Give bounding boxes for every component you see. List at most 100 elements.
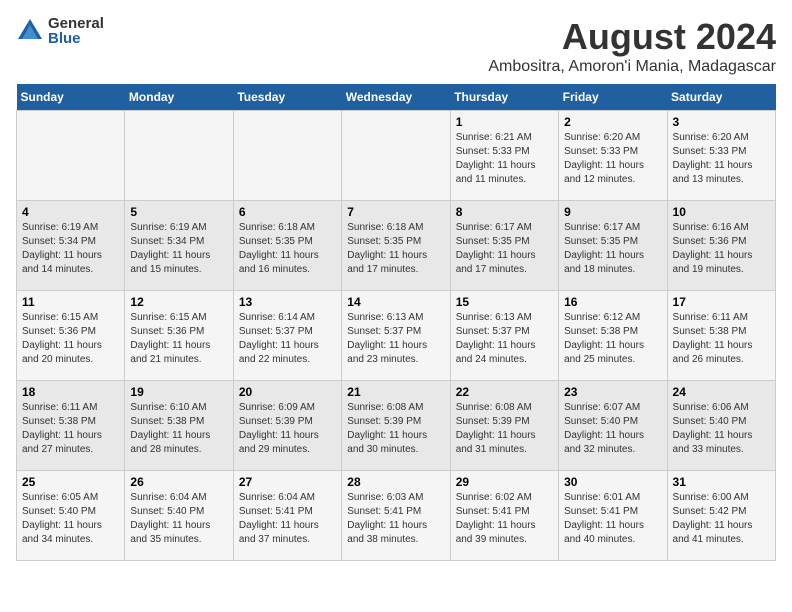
logo: General Blue [16, 16, 104, 46]
calendar-cell [233, 111, 341, 201]
logo-icon [16, 17, 44, 45]
day-number: 30 [564, 475, 661, 489]
day-number: 18 [22, 385, 119, 399]
day-info: Sunrise: 6:11 AM Sunset: 5:38 PM Dayligh… [673, 311, 770, 367]
calendar-week-row: 11 Sunrise: 6:15 AM Sunset: 5:36 PM Dayli… [17, 291, 776, 381]
day-info: Sunrise: 6:17 AM Sunset: 5:35 PM Dayligh… [564, 221, 661, 277]
day-info: Sunrise: 6:14 AM Sunset: 5:37 PM Dayligh… [239, 311, 336, 367]
day-number: 11 [22, 295, 119, 309]
title-section: August 2024 Ambositra, Amoron'i Mania, M… [488, 16, 776, 76]
day-info: Sunrise: 6:05 AM Sunset: 5:40 PM Dayligh… [22, 491, 119, 547]
day-number: 9 [564, 205, 661, 219]
weekday-header: Friday [559, 84, 667, 111]
day-number: 12 [130, 295, 227, 309]
logo-general: General [48, 16, 104, 31]
main-title: August 2024 [488, 16, 776, 58]
day-info: Sunrise: 6:19 AM Sunset: 5:34 PM Dayligh… [22, 221, 119, 277]
day-info: Sunrise: 6:12 AM Sunset: 5:38 PM Dayligh… [564, 311, 661, 367]
day-info: Sunrise: 6:01 AM Sunset: 5:41 PM Dayligh… [564, 491, 661, 547]
day-number: 31 [673, 475, 770, 489]
calendar-cell: 16 Sunrise: 6:12 AM Sunset: 5:38 PM Dayli… [559, 291, 667, 381]
day-info: Sunrise: 6:19 AM Sunset: 5:34 PM Dayligh… [130, 221, 227, 277]
day-number: 16 [564, 295, 661, 309]
day-number: 23 [564, 385, 661, 399]
logo-text: General Blue [48, 16, 104, 46]
calendar-cell: 5 Sunrise: 6:19 AM Sunset: 5:34 PM Daylig… [125, 201, 233, 291]
calendar-cell: 8Sunrise: 6:17 AM Sunset: 5:35 PM Daylig… [450, 201, 558, 291]
calendar-cell: 7 Sunrise: 6:18 AM Sunset: 5:35 PM Daylig… [342, 201, 450, 291]
calendar-cell: 19Sunrise: 6:10 AM Sunset: 5:38 PM Dayli… [125, 381, 233, 471]
calendar-cell: 28 Sunrise: 6:03 AM Sunset: 5:41 PM Dayli… [342, 471, 450, 561]
calendar-week-row: 18Sunrise: 6:11 AM Sunset: 5:38 PM Dayli… [17, 381, 776, 471]
day-info: Sunrise: 6:02 AM Sunset: 5:41 PM Dayligh… [456, 491, 553, 547]
weekday-header: Saturday [667, 84, 775, 111]
day-number: 14 [347, 295, 444, 309]
calendar-cell: 23 Sunrise: 6:07 AM Sunset: 5:40 PM Dayli… [559, 381, 667, 471]
day-info: Sunrise: 6:21 AM Sunset: 5:33 PM Dayligh… [456, 131, 553, 187]
day-number: 2 [564, 115, 661, 129]
calendar-cell: 27Sunrise: 6:04 AM Sunset: 5:41 PM Dayli… [233, 471, 341, 561]
calendar-cell: 29 Sunrise: 6:02 AM Sunset: 5:41 PM Dayli… [450, 471, 558, 561]
day-info: Sunrise: 6:15 AM Sunset: 5:36 PM Dayligh… [130, 311, 227, 367]
day-info: Sunrise: 6:07 AM Sunset: 5:40 PM Dayligh… [564, 401, 661, 457]
day-info: Sunrise: 6:04 AM Sunset: 5:41 PM Dayligh… [239, 491, 336, 547]
day-number: 13 [239, 295, 336, 309]
day-number: 4 [22, 205, 119, 219]
calendar-cell: 11 Sunrise: 6:15 AM Sunset: 5:36 PM Dayli… [17, 291, 125, 381]
calendar-cell: 9 Sunrise: 6:17 AM Sunset: 5:35 PM Daylig… [559, 201, 667, 291]
day-number: 26 [130, 475, 227, 489]
calendar-cell: 4 Sunrise: 6:19 AM Sunset: 5:34 PM Daylig… [17, 201, 125, 291]
weekday-header: Sunday [17, 84, 125, 111]
calendar-cell: 21 Sunrise: 6:08 AM Sunset: 5:39 PM Dayli… [342, 381, 450, 471]
day-info: Sunrise: 6:16 AM Sunset: 5:36 PM Dayligh… [673, 221, 770, 277]
day-number: 1 [456, 115, 553, 129]
calendar-cell: 15 Sunrise: 6:13 AM Sunset: 5:37 PM Dayli… [450, 291, 558, 381]
day-info: Sunrise: 6:13 AM Sunset: 5:37 PM Dayligh… [347, 311, 444, 367]
day-number: 7 [347, 205, 444, 219]
day-info: Sunrise: 6:13 AM Sunset: 5:37 PM Dayligh… [456, 311, 553, 367]
calendar-cell: 17Sunrise: 6:11 AM Sunset: 5:38 PM Dayli… [667, 291, 775, 381]
calendar-cell: 26 Sunrise: 6:04 AM Sunset: 5:40 PM Dayli… [125, 471, 233, 561]
calendar-cell: 31 Sunrise: 6:00 AM Sunset: 5:42 PM Dayli… [667, 471, 775, 561]
day-info: Sunrise: 6:04 AM Sunset: 5:40 PM Dayligh… [130, 491, 227, 547]
day-number: 21 [347, 385, 444, 399]
page-header: General Blue August 2024 Ambositra, Amor… [16, 16, 776, 76]
weekday-header-row: SundayMondayTuesdayWednesdayThursdayFrid… [17, 84, 776, 111]
day-info: Sunrise: 6:20 AM Sunset: 5:33 PM Dayligh… [673, 131, 770, 187]
calendar-cell [125, 111, 233, 201]
day-number: 10 [673, 205, 770, 219]
calendar-week-row: 25Sunrise: 6:05 AM Sunset: 5:40 PM Dayli… [17, 471, 776, 561]
calendar-table: SundayMondayTuesdayWednesdayThursdayFrid… [16, 84, 776, 561]
day-info: Sunrise: 6:00 AM Sunset: 5:42 PM Dayligh… [673, 491, 770, 547]
day-number: 6 [239, 205, 336, 219]
calendar-cell: 6Sunrise: 6:18 AM Sunset: 5:35 PM Daylig… [233, 201, 341, 291]
day-info: Sunrise: 6:15 AM Sunset: 5:36 PM Dayligh… [22, 311, 119, 367]
calendar-cell: 13 Sunrise: 6:14 AM Sunset: 5:37 PM Dayli… [233, 291, 341, 381]
day-info: Sunrise: 6:09 AM Sunset: 5:39 PM Dayligh… [239, 401, 336, 457]
day-info: Sunrise: 6:08 AM Sunset: 5:39 PM Dayligh… [347, 401, 444, 457]
day-number: 15 [456, 295, 553, 309]
calendar-cell: 30 Sunrise: 6:01 AM Sunset: 5:41 PM Dayli… [559, 471, 667, 561]
weekday-header: Thursday [450, 84, 558, 111]
calendar-cell: 3Sunrise: 6:20 AM Sunset: 5:33 PM Daylig… [667, 111, 775, 201]
day-number: 22 [456, 385, 553, 399]
weekday-header: Tuesday [233, 84, 341, 111]
day-info: Sunrise: 6:17 AM Sunset: 5:35 PM Dayligh… [456, 221, 553, 277]
calendar-cell: 22Sunrise: 6:08 AM Sunset: 5:39 PM Dayli… [450, 381, 558, 471]
calendar-week-row: 4 Sunrise: 6:19 AM Sunset: 5:34 PM Daylig… [17, 201, 776, 291]
calendar-cell: 24Sunrise: 6:06 AM Sunset: 5:40 PM Dayli… [667, 381, 775, 471]
weekday-header: Wednesday [342, 84, 450, 111]
day-info: Sunrise: 6:03 AM Sunset: 5:41 PM Dayligh… [347, 491, 444, 547]
subtitle: Ambositra, Amoron'i Mania, Madagascar [488, 58, 776, 76]
calendar-cell: 1 Sunrise: 6:21 AM Sunset: 5:33 PM Daylig… [450, 111, 558, 201]
calendar-cell: 14 Sunrise: 6:13 AM Sunset: 5:37 PM Dayli… [342, 291, 450, 381]
day-number: 5 [130, 205, 227, 219]
day-number: 29 [456, 475, 553, 489]
day-info: Sunrise: 6:18 AM Sunset: 5:35 PM Dayligh… [347, 221, 444, 277]
day-number: 20 [239, 385, 336, 399]
calendar-cell [342, 111, 450, 201]
calendar-cell: 12 Sunrise: 6:15 AM Sunset: 5:36 PM Dayli… [125, 291, 233, 381]
day-number: 28 [347, 475, 444, 489]
day-info: Sunrise: 6:20 AM Sunset: 5:33 PM Dayligh… [564, 131, 661, 187]
weekday-header: Monday [125, 84, 233, 111]
